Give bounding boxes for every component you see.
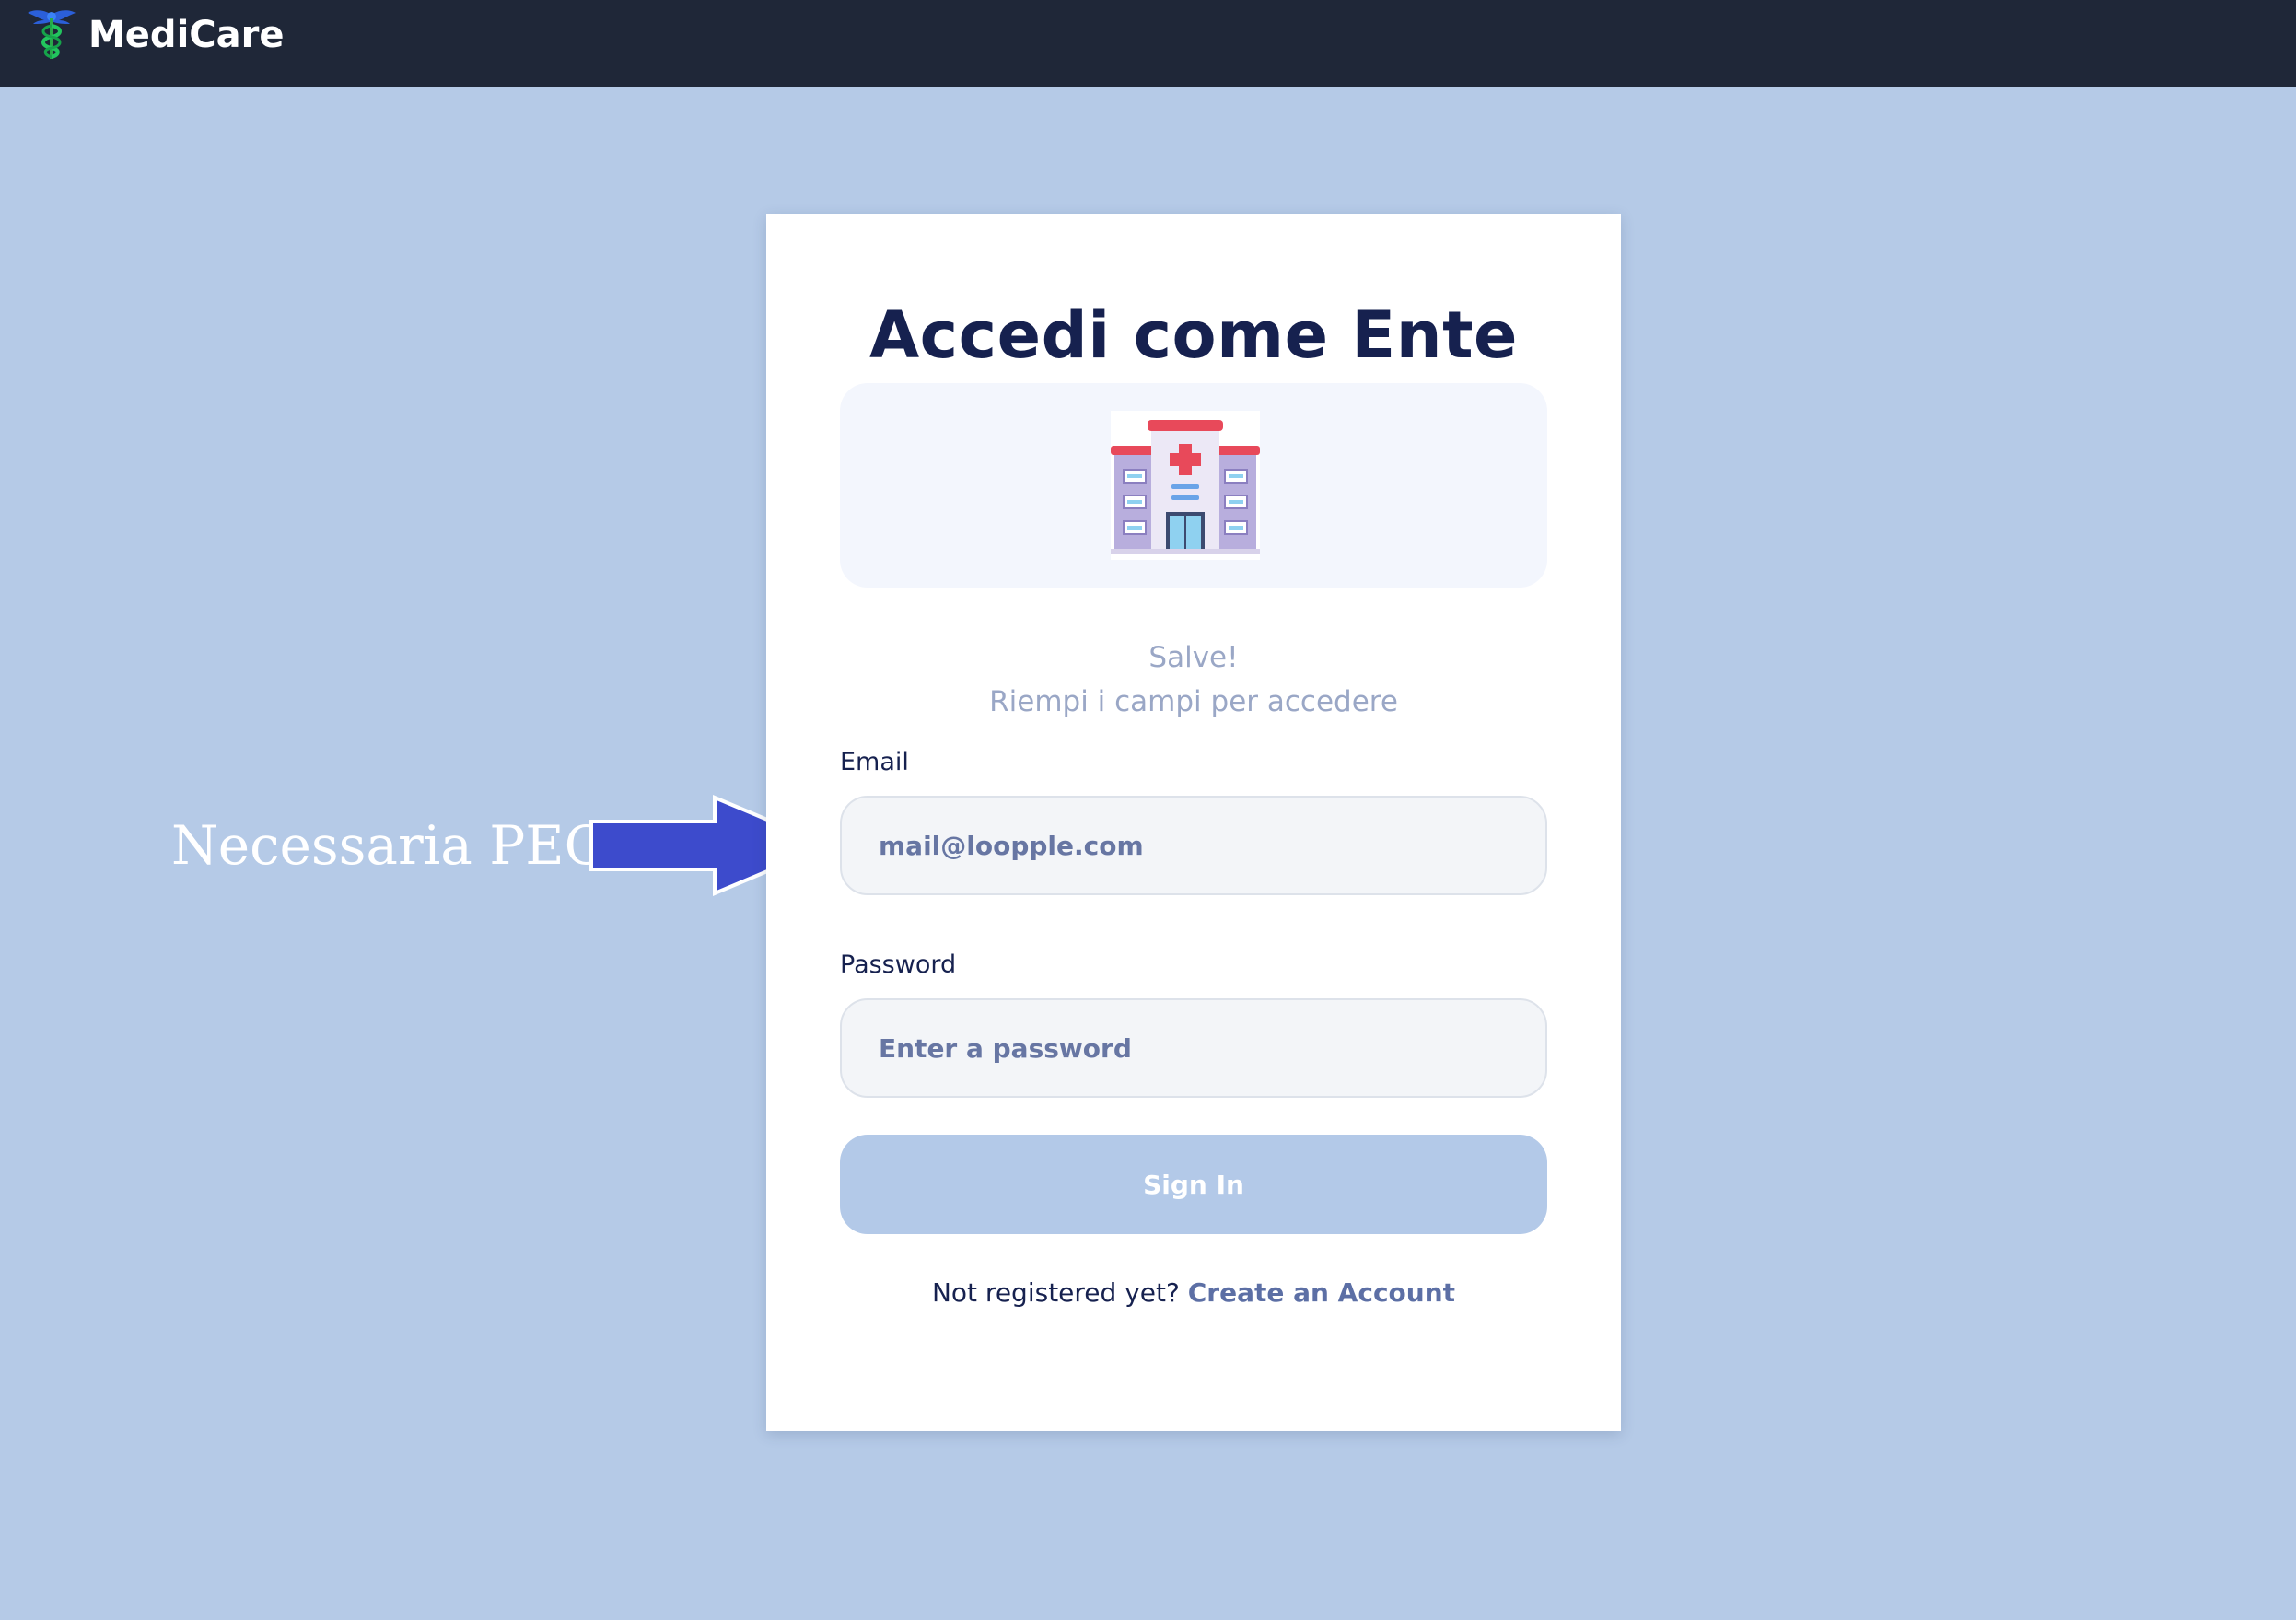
top-navbar: MediCare <box>0 0 2296 87</box>
register-prompt: Not registered yet? <box>931 1277 1180 1308</box>
create-account-link[interactable]: Create an Account <box>1188 1277 1455 1308</box>
hospital-icon <box>1111 411 1260 560</box>
login-card: Accedi come Ente Salve! Riempi i campi p… <box>766 214 1621 1431</box>
illustration-panel <box>840 383 1547 588</box>
email-field[interactable] <box>840 796 1547 895</box>
subtitle-text: Riempi i campi per accedere <box>989 685 1398 718</box>
page-title: Accedi come Ente <box>868 297 1519 373</box>
sign-in-button[interactable]: Sign In <box>840 1135 1547 1234</box>
greeting-text: Salve! <box>1148 641 1239 674</box>
pec-annotation-label: Necessaria PEC <box>171 814 606 877</box>
brand-name[interactable]: MediCare <box>88 9 284 61</box>
password-label: Password <box>840 950 957 979</box>
password-field[interactable] <box>840 998 1547 1098</box>
email-label: Email <box>840 748 909 776</box>
caduceus-icon[interactable] <box>24 7 79 63</box>
register-row: Not registered yet? Create an Account <box>766 1273 1621 1313</box>
